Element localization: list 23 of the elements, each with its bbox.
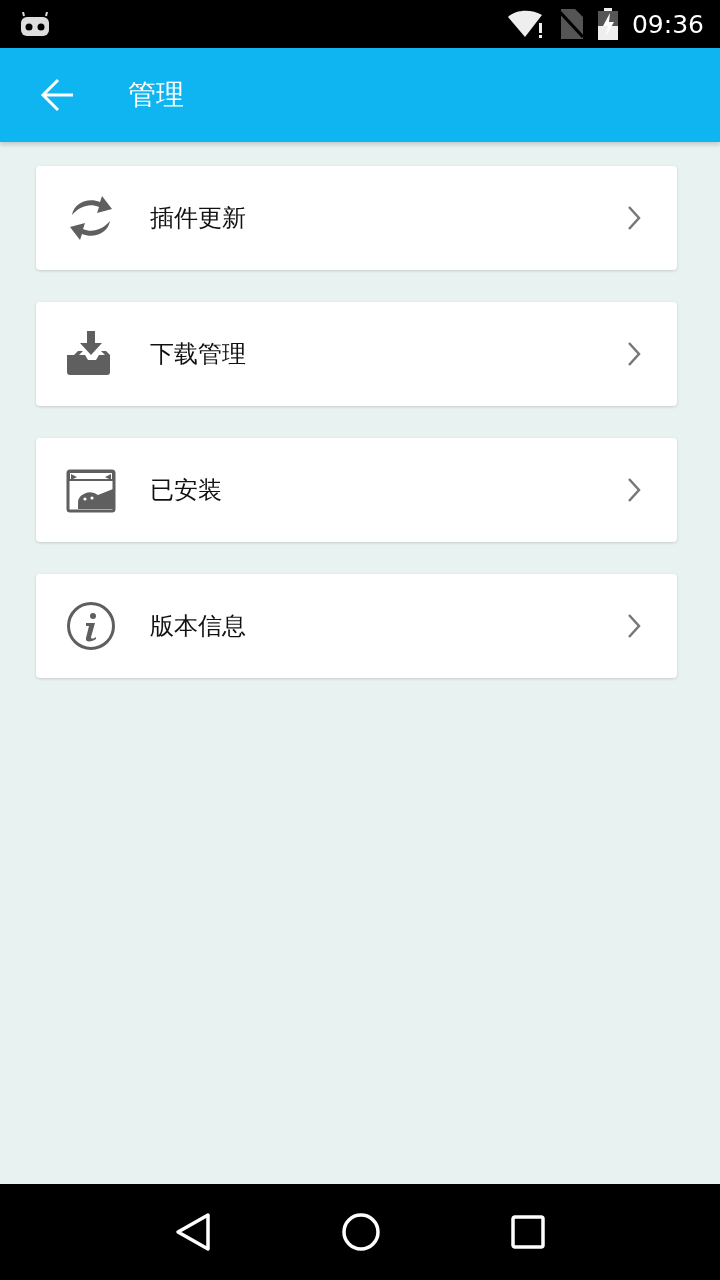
- menu-item[interactable]: 已安装: [36, 438, 677, 542]
- menu-item-label: 已安装: [150, 475, 223, 506]
- menu-item-label: 版本信息: [150, 611, 247, 642]
- chevron-right-icon: [627, 613, 641, 639]
- battery-charging-icon: [597, 8, 618, 40]
- android-package-icon: [66, 467, 116, 513]
- chevron-right-icon: [627, 477, 641, 503]
- home-nav-button[interactable]: [341, 1212, 381, 1252]
- back-arrow-icon: [40, 78, 74, 112]
- wifi-icon: [507, 9, 544, 39]
- clock-time: 09:36: [631, 9, 704, 39]
- back-nav-button[interactable]: [175, 1212, 211, 1252]
- menu-item-label: 下载管理: [150, 339, 247, 370]
- recents-nav-button[interactable]: [511, 1215, 545, 1249]
- page-title: 管理: [128, 77, 184, 113]
- menu-item[interactable]: 下载管理: [36, 302, 677, 406]
- chevron-right-icon: [627, 205, 641, 231]
- menu-item-label: 插件更新: [150, 203, 247, 234]
- info-icon: [66, 601, 116, 651]
- robot-icon: [20, 12, 50, 36]
- menu-item[interactable]: 版本信息: [36, 574, 677, 678]
- chevron-right-icon: [627, 341, 641, 367]
- menu-item[interactable]: 插件更新: [36, 166, 677, 270]
